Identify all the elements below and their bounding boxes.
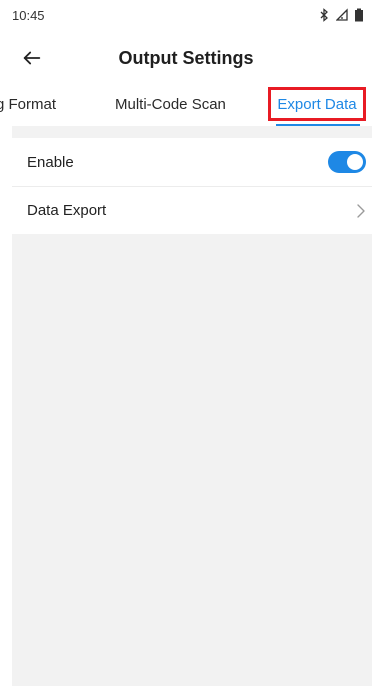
settings-content: Enable Data Export bbox=[12, 126, 372, 686]
status-icons bbox=[318, 8, 366, 22]
enable-label: Enable bbox=[27, 153, 74, 171]
tab-bar: g Format Multi-Code Scan Export Data bbox=[0, 86, 372, 126]
back-arrow-icon bbox=[23, 51, 41, 65]
data-export-label: Data Export bbox=[27, 202, 107, 219]
battery-icon bbox=[354, 8, 366, 22]
enable-row[interactable]: Enable bbox=[12, 138, 372, 186]
screen: 10:45 Output Settings g Format Multi-Cod… bbox=[0, 0, 372, 686]
enable-toggle[interactable] bbox=[328, 151, 366, 173]
tab-multi-code-scan[interactable]: Multi-Code Scan bbox=[115, 86, 226, 126]
page-title: Output Settings bbox=[118, 47, 254, 68]
settings-group: Enable Data Export bbox=[12, 138, 372, 234]
tab-scan-format[interactable]: g Format bbox=[0, 86, 56, 126]
toggle-knob bbox=[347, 154, 363, 170]
bluetooth-icon bbox=[318, 8, 330, 22]
status-bar: 10:45 bbox=[0, 0, 372, 30]
chevron-right-icon bbox=[356, 203, 366, 219]
signal-icon bbox=[336, 8, 348, 22]
data-export-row[interactable]: Data Export bbox=[12, 186, 372, 234]
status-time: 10:45 bbox=[12, 7, 45, 23]
app-bar: Output Settings bbox=[0, 30, 372, 86]
tab-export-data[interactable]: Export Data bbox=[268, 87, 366, 121]
back-button[interactable] bbox=[18, 44, 46, 72]
